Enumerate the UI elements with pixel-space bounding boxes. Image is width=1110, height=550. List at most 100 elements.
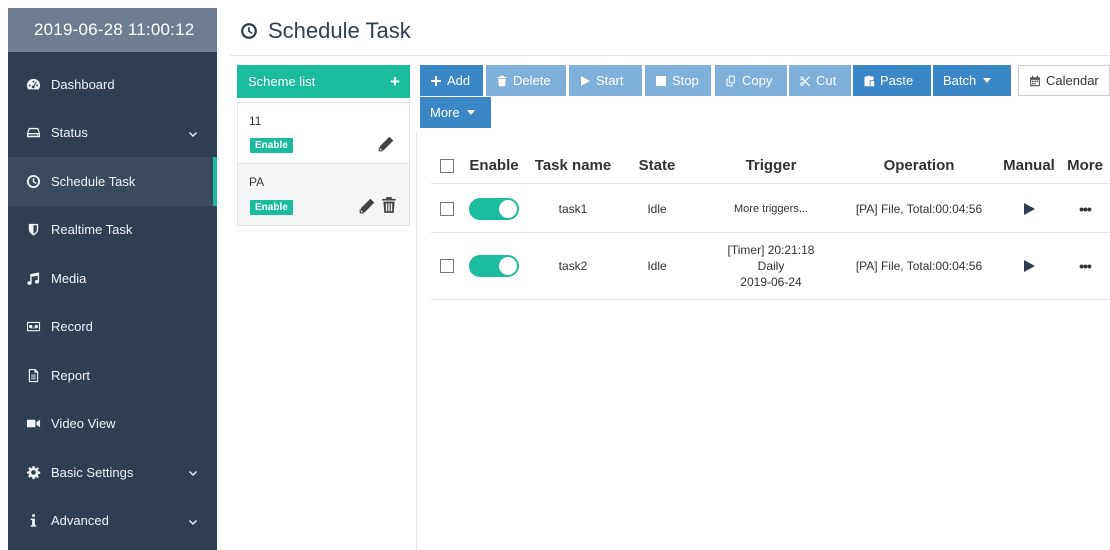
more-triggers-link[interactable]: More triggers...	[703, 185, 839, 232]
column-header-task-name[interactable]: Task name	[530, 148, 616, 183]
select-all-cell	[437, 148, 457, 183]
sidebar-item-label: Schedule Task	[51, 173, 136, 189]
chevron-down-icon	[188, 467, 198, 477]
sidebar-item-schedule-task[interactable]: Schedule Task	[8, 157, 217, 206]
sidebar-item-label: Video View	[51, 416, 116, 432]
table-header: Enable Task name State Trigger Operation…	[431, 148, 1110, 184]
gear-icon	[25, 464, 41, 480]
copy-button[interactable]: Copy	[715, 65, 787, 96]
copy-icon	[726, 75, 735, 86]
enable-cell	[467, 233, 521, 299]
sidebar-item-label: Record	[51, 319, 93, 335]
status-badge: Enable	[250, 138, 293, 153]
trigger-date: 2019-06-24	[740, 275, 802, 289]
row-checkbox[interactable]	[440, 259, 454, 273]
clock-icon	[241, 23, 257, 39]
task-state: Idle	[647, 259, 667, 273]
row-checkbox[interactable]	[440, 201, 454, 216]
add-button[interactable]: Add	[420, 65, 483, 96]
scheme-name: PA	[249, 175, 265, 189]
scheme-item-11[interactable]: 11 Enable	[238, 103, 409, 164]
sidebar-item-record[interactable]: Record	[8, 303, 217, 352]
column-header-manual[interactable]: Manual	[999, 148, 1059, 183]
sidebar-item-label: Dashboard	[51, 76, 115, 92]
task-trigger: [Timer] 20:21:18 Daily 2019-06-24	[703, 233, 839, 299]
caret-down-icon	[466, 110, 475, 115]
column-header-operation[interactable]: Operation	[845, 148, 993, 183]
scheme-item-pa[interactable]: PA Enable	[238, 164, 409, 225]
header-divider	[230, 55, 1110, 56]
trash-icon[interactable]	[380, 196, 398, 214]
trash-icon	[497, 75, 507, 86]
sidebar-item-media[interactable]: Media	[8, 254, 217, 303]
datetime-display: 2019-06-28 11:00:12	[8, 8, 217, 52]
caret-down-icon	[983, 78, 992, 83]
column-header-state[interactable]: State	[630, 148, 684, 183]
scheme-list-title: Scheme list	[248, 74, 316, 89]
sidebar: 2019-06-28 11:00:12 Dashboard Status Sch…	[8, 8, 217, 550]
stop-icon	[656, 75, 666, 86]
column-header-trigger[interactable]: Trigger	[703, 148, 839, 183]
pencil-icon[interactable]	[358, 197, 376, 215]
task-state: Idle	[647, 201, 667, 216]
page-title-text: Schedule Task	[268, 18, 411, 43]
table-row[interactable]: task1 Idle More triggers... [PA] File, T…	[431, 185, 1110, 233]
task-name: task2	[558, 259, 588, 273]
hdd-icon	[25, 125, 41, 141]
sidebar-item-label: Media	[51, 270, 87, 286]
paste-icon	[864, 75, 875, 86]
clock-icon	[25, 173, 41, 189]
panel-divider	[416, 132, 417, 550]
table-row[interactable]: task2 Idle [Timer] 20:21:18 Daily 2019-0…	[431, 233, 1110, 300]
enable-toggle[interactable]	[469, 197, 519, 220]
file-icon	[25, 367, 41, 383]
status-badge: Enable	[250, 200, 293, 215]
pencil-icon[interactable]	[377, 135, 395, 153]
chevron-down-icon	[188, 128, 198, 138]
column-header-more[interactable]: More	[1063, 148, 1107, 183]
sidebar-item-advanced[interactable]: Advanced	[8, 497, 217, 546]
task-operation: [PA] File, Total:00:04:56	[855, 201, 983, 216]
column-header-enable[interactable]: Enable	[466, 148, 522, 183]
trigger-frequency: Daily	[757, 259, 785, 273]
more-icon[interactable]: •••	[1063, 233, 1107, 299]
sidebar-item-status[interactable]: Status	[8, 109, 217, 158]
delete-button[interactable]: Delete	[486, 65, 566, 96]
sidebar-item-realtime-task[interactable]: Realtime Task	[8, 206, 217, 255]
cut-button[interactable]: Cut	[789, 65, 851, 96]
trigger-timer: [Timer] 20:21:18	[727, 243, 815, 257]
start-button[interactable]: Start	[569, 65, 642, 96]
add-scheme-button[interactable]: +	[390, 65, 400, 98]
scheme-name: 11	[249, 114, 262, 128]
sidebar-item-label: Advanced	[51, 513, 109, 529]
dashboard-icon	[25, 76, 41, 92]
more-dropdown[interactable]: More	[420, 97, 491, 128]
video-icon	[25, 416, 41, 432]
sidebar-item-dashboard[interactable]: Dashboard	[8, 60, 217, 109]
plus-icon	[431, 75, 441, 86]
sidebar-item-video-view[interactable]: Video View	[8, 400, 217, 449]
paste-button[interactable]: Paste	[853, 65, 931, 96]
row-select-cell	[437, 233, 457, 299]
play-icon	[581, 75, 590, 86]
calendar-button[interactable]: Calendar	[1018, 65, 1110, 96]
sidebar-item-basic-settings[interactable]: Basic Settings	[8, 448, 217, 497]
row-select-cell	[437, 185, 457, 232]
calendar-icon	[1030, 75, 1040, 86]
play-icon[interactable]	[999, 185, 1059, 232]
info-icon	[25, 513, 41, 529]
stop-button[interactable]: Stop	[645, 65, 711, 96]
play-icon[interactable]	[999, 233, 1059, 299]
select-all-checkbox[interactable]	[440, 158, 454, 173]
sidebar-item-report[interactable]: Report	[8, 351, 217, 400]
enable-toggle[interactable]	[469, 255, 519, 277]
shield-icon	[25, 222, 41, 238]
page-title: Schedule Task	[240, 18, 411, 44]
task-name: task1	[558, 201, 588, 216]
batch-dropdown[interactable]: Batch	[933, 65, 1011, 96]
sidebar-item-label: Basic Settings	[51, 464, 134, 480]
more-icon[interactable]: •••	[1063, 185, 1107, 232]
chevron-down-icon	[188, 516, 198, 526]
music-icon	[25, 270, 41, 286]
sidebar-item-label: Report	[51, 367, 91, 383]
